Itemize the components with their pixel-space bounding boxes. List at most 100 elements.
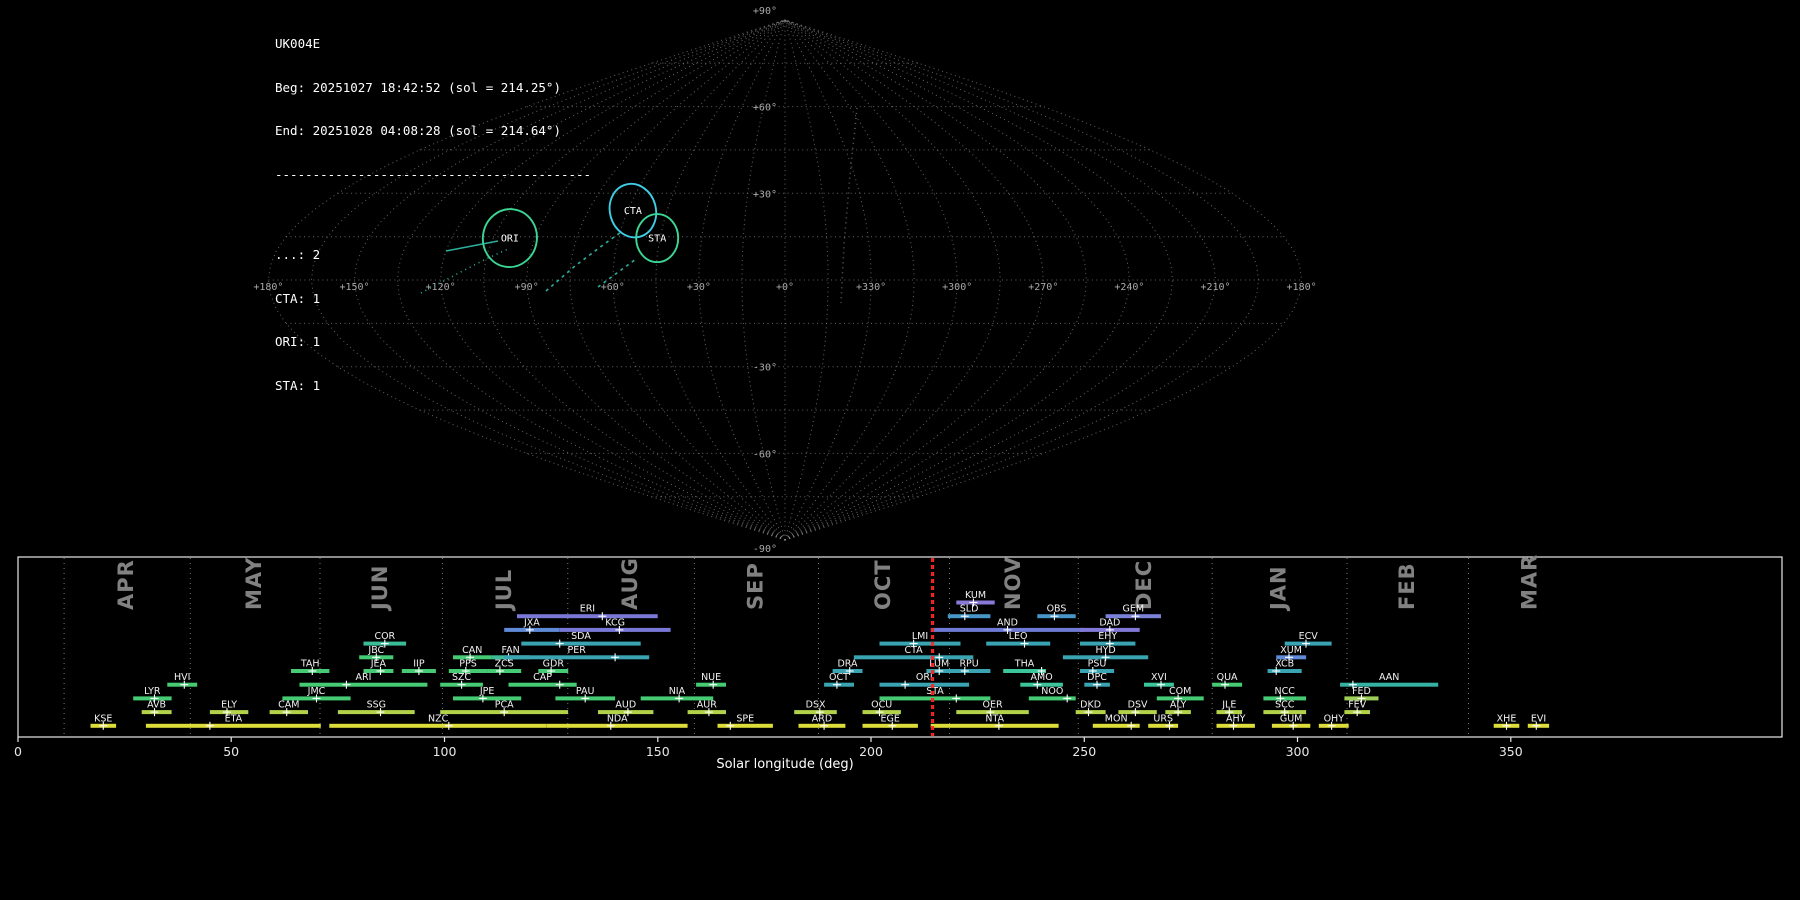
shower-label-JMC: JMC — [307, 686, 326, 697]
shower-bar-URS — [1148, 724, 1178, 728]
shower-label-ZCS: ZCS — [495, 659, 514, 670]
shower-label-CAN: CAN — [462, 645, 482, 656]
shower-label-PSU: PSU — [1088, 659, 1107, 670]
shower-label-PPS: PPS — [459, 659, 477, 670]
x-axis-title: Solar longitude (deg) — [716, 757, 853, 772]
lat-label: -30° — [753, 363, 777, 374]
month-label-feb: FEB — [1395, 562, 1419, 610]
shower-bar-ETA — [146, 724, 321, 728]
shower-label-OCT: OCT — [829, 672, 849, 683]
shower-bar-NZC — [329, 724, 547, 728]
shower-bar-CAP — [509, 683, 577, 687]
x-tick-label: 300 — [1286, 744, 1310, 759]
shower-label-HYD: HYD — [1095, 645, 1115, 656]
shower-label-OBS: OBS — [1047, 604, 1067, 615]
session-end: End: 20251028 04:08:28 (sol = 214.64°) — [275, 124, 591, 139]
lon-label: +0° — [776, 282, 794, 293]
meteor-trail-sporadic2 — [841, 108, 857, 303]
shower-label-NTA: NTA — [985, 713, 1004, 724]
x-tick-label: 350 — [1499, 744, 1523, 759]
shower-label-AHY: AHY — [1226, 713, 1246, 724]
shower-label-CAP: CAP — [533, 672, 552, 683]
shower-label-XVI: XVI — [1151, 672, 1167, 683]
shower-label-ORI: ORI — [916, 672, 933, 683]
lat-label: +30° — [753, 189, 777, 200]
shower-label-JXA: JXA — [523, 617, 540, 628]
shower-label-LEO: LEO — [1009, 631, 1028, 642]
lat-label: +90° — [753, 6, 777, 17]
count-sporadic: ...: 2 — [275, 248, 591, 263]
count-sta: STA: 1 — [275, 379, 591, 394]
shower-label-SPE: SPE — [736, 713, 754, 724]
meteor-counts: ...: 2 CTA: 1 ORI: 1 STA: 1 — [275, 219, 591, 422]
count-cta: CTA: 1 — [275, 292, 591, 307]
shower-label-PER: PER — [568, 645, 587, 656]
shower-label-DSX: DSX — [806, 700, 826, 711]
lat-label: -90° — [753, 544, 777, 555]
lon-label: +330° — [856, 282, 886, 293]
session-info: UK004E Beg: 20251027 18:42:52 (sol = 214… — [275, 8, 591, 451]
month-label-oct: OCT — [871, 559, 895, 610]
shower-label-EVI: EVI — [1531, 713, 1546, 724]
shower-label-SSG: SSG — [367, 700, 386, 711]
shower-label-FEV: FEV — [1348, 700, 1366, 711]
shower-bar-SSG — [338, 710, 415, 714]
shower-bar-NTA — [931, 724, 1059, 728]
shower-bar-ORI — [880, 683, 970, 687]
shower-label-AMO: AMO — [1031, 672, 1053, 683]
shower-label-JEA: JEA — [370, 659, 387, 670]
timeline-chart: APRMAYJUNJULAUGSEPOCTNOVDECJANFEBMAR0501… — [14, 554, 1782, 772]
shower-label-AND: AND — [997, 617, 1018, 628]
month-label-jan: JAN — [1267, 565, 1291, 612]
shower-label-JLE: JLE — [1221, 700, 1236, 711]
shower-label-MON: MON — [1105, 713, 1128, 724]
grid-meridian — [785, 20, 1000, 540]
lon-label: +30° — [687, 282, 711, 293]
month-label-jul: JUL — [492, 569, 516, 612]
shower-label-SZC: SZC — [452, 672, 472, 683]
shower-label-KSE: KSE — [94, 713, 112, 724]
shower-label-ETA: ETA — [225, 713, 243, 724]
month-label-jun: JUN — [368, 565, 392, 612]
shower-bar-STA — [880, 696, 991, 700]
shower-label-NDA: NDA — [607, 713, 628, 724]
shower-label-PAU: PAU — [576, 686, 595, 697]
shower-bar-PER — [504, 655, 649, 659]
shower-label-AVB: AVB — [147, 700, 166, 711]
shower-label-URS: URS — [1153, 713, 1173, 724]
shower-label-AAN: AAN — [1379, 672, 1399, 683]
shower-label-ECV: ECV — [1299, 631, 1319, 642]
lon-label: +60° — [601, 282, 625, 293]
lon-label: +240° — [1114, 282, 1144, 293]
shower-label-SCC: SCC — [1275, 700, 1295, 711]
month-label-may: MAY — [242, 557, 266, 610]
shower-label-FAN: FAN — [501, 645, 519, 656]
shower-label-PCA: PCA — [495, 700, 514, 711]
shower-bar-ZCS — [487, 669, 521, 673]
shower-label-ERI: ERI — [580, 604, 595, 615]
shower-label-DAD: DAD — [1099, 617, 1120, 628]
shower-label-OCU: OCU — [871, 700, 892, 711]
grid-meridian — [699, 20, 785, 540]
shower-label-NIA: NIA — [669, 686, 686, 697]
shower-label-XUM: XUM — [1280, 645, 1302, 656]
shower-label-GUM: GUM — [1280, 713, 1303, 724]
shower-label-DSV: DSV — [1128, 700, 1148, 711]
shower-label-SDA: SDA — [571, 631, 591, 642]
shower-label-NCC: NCC — [1275, 686, 1296, 697]
x-tick-label: 250 — [1072, 744, 1096, 759]
shower-label-NUE: NUE — [701, 672, 721, 683]
shower-label-QUA: QUA — [1217, 672, 1238, 683]
shower-bar-RPU — [948, 669, 991, 673]
shower-label-LMI: LMI — [912, 631, 928, 642]
grid-meridian — [656, 20, 785, 540]
grid-meridian — [785, 20, 1259, 540]
shower-label-STA: STA — [926, 686, 944, 697]
lat-label: +60° — [753, 103, 777, 114]
grid-meridian — [785, 20, 828, 540]
shower-label-EHY: EHY — [1098, 631, 1117, 642]
shower-label-XHE: XHE — [1497, 713, 1517, 724]
x-tick-label: 100 — [433, 744, 457, 759]
shower-label-DRA: DRA — [837, 659, 858, 670]
plot-canvas: +90°+60°+30°-30°-60°-90°+180°+150°+120°+… — [0, 0, 1800, 900]
